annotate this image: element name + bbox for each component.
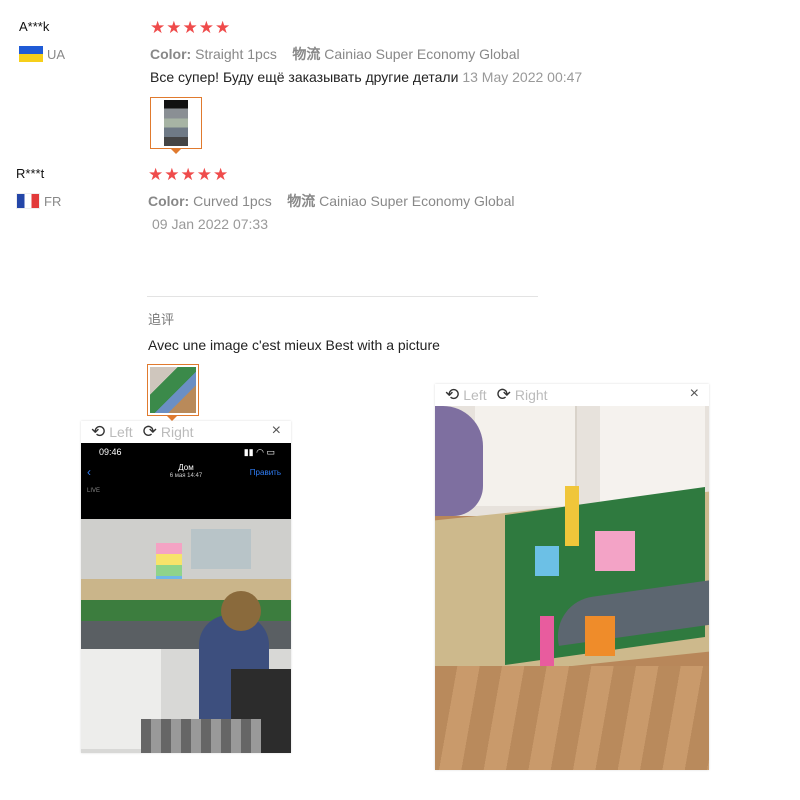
rotate-left-icon[interactable]: ⟲	[91, 422, 105, 442]
review-text-row: Все супер! Буду ещё заказывать другие де…	[150, 69, 582, 85]
color-label: Color:	[148, 193, 190, 209]
color-value: Straight 1pcs	[195, 46, 277, 62]
image-viewer-popup: ⟲ Left ⟳ Right ×	[435, 384, 709, 770]
reviewer-name: R***t	[16, 166, 45, 181]
color-value: Curved 1pcs	[193, 193, 272, 209]
phone-photo-image	[164, 100, 188, 146]
lego-city-photo	[435, 406, 709, 770]
room-photo	[81, 519, 291, 753]
thumbnail-selected-arrow	[170, 148, 182, 154]
rating-stars: ★★★★★	[150, 18, 232, 37]
color-label: Color:	[150, 46, 192, 62]
review-photo-thumbnail[interactable]	[150, 97, 202, 149]
phone-screenshot-image: 09:46 ▮▮ ◠ ▭ ‹ Дом 6 мая 14:47 Править L…	[81, 443, 291, 753]
lego-photo-image	[150, 367, 196, 413]
followup-label: 追评	[148, 312, 175, 327]
france-flag-icon	[16, 193, 40, 209]
close-viewer-button[interactable]: ×	[272, 422, 281, 440]
followup-divider	[147, 296, 538, 297]
rating-stars: ★★★★★	[148, 165, 230, 184]
reviewer-country: UA	[19, 46, 65, 62]
followup-text: Avec une image c'est mieux Best with a p…	[148, 337, 440, 353]
review-date: 13 May 2022 00:47	[462, 69, 583, 85]
followup-photo-thumbnail[interactable]	[147, 364, 199, 416]
viewer-toolbar: ⟲ Left ⟳ Right ×	[81, 421, 291, 443]
phone-status-icons: ▮▮ ◠ ▭	[243, 447, 275, 457]
image-viewer-popup: ⟲ Left ⟳ Right × 09:46 ▮▮ ◠ ▭ ‹ Дом 6 ма…	[81, 421, 291, 753]
shipping-label: 物流	[287, 193, 316, 209]
rotate-right-button[interactable]: Right	[161, 424, 194, 440]
viewer-toolbar: ⟲ Left ⟳ Right ×	[435, 384, 709, 406]
review-text: Все супер! Буду ещё заказывать другие де…	[150, 69, 459, 85]
country-code: UA	[47, 46, 66, 62]
rotate-left-button[interactable]: Left	[109, 424, 132, 440]
phone-live-label: LIVE	[87, 488, 101, 494]
ukraine-flag-icon	[19, 46, 43, 62]
rotate-right-button[interactable]: Right	[515, 387, 548, 403]
reviewer-country: FR	[16, 193, 61, 209]
review-meta: Color: Straight 1pcs 物流 Cainiao Super Ec…	[150, 44, 520, 64]
rotate-right-icon[interactable]: ⟳	[143, 422, 157, 442]
shipping-label: 物流	[292, 46, 321, 62]
shipping-value: Cainiao Super Economy Global	[324, 46, 520, 62]
country-code: FR	[44, 193, 62, 209]
review-meta: Color: Curved 1pcs 物流 Cainiao Super Econ…	[148, 191, 515, 211]
shipping-value: Cainiao Super Economy Global	[319, 193, 515, 209]
rotate-right-icon[interactable]: ⟳	[497, 385, 511, 405]
rotate-left-icon[interactable]: ⟲	[445, 385, 459, 405]
reviewer-name: A***k	[19, 19, 50, 34]
rotate-left-button[interactable]: Left	[463, 387, 486, 403]
phone-edit-label: Править	[249, 468, 281, 477]
review-date: 09 Jan 2022 07:33	[152, 216, 268, 232]
close-viewer-button[interactable]: ×	[690, 385, 699, 403]
phone-time: 09:46	[99, 447, 122, 457]
